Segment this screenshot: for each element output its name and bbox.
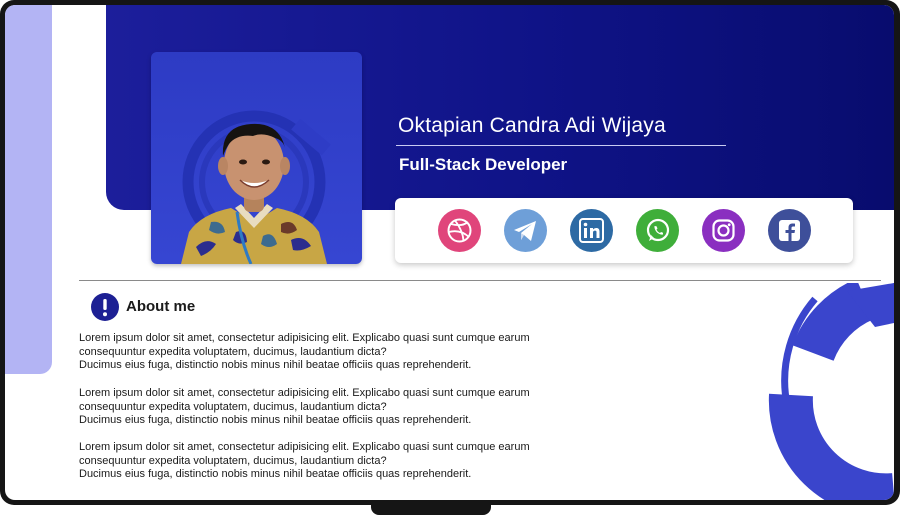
dribbble-link[interactable] — [438, 209, 481, 252]
profile-name: Oktapian Candra Adi Wijaya — [398, 114, 666, 137]
instagram-icon — [702, 209, 745, 252]
exclamation-icon — [91, 293, 119, 321]
about-paragraph: Lorem ipsum dolor sit amet, consectetur … — [79, 387, 530, 426]
instagram-link[interactable] — [702, 209, 745, 252]
whatsapp-link[interactable] — [636, 209, 679, 252]
linkedin-icon — [570, 209, 613, 252]
social-links-bar — [395, 198, 853, 263]
about-paragraph: Lorem ipsum dolor sit amet, consectetur … — [79, 441, 530, 480]
section-divider — [79, 280, 881, 281]
facebook-icon — [768, 209, 811, 252]
whatsapp-icon — [636, 209, 679, 252]
about-title: About me — [126, 298, 196, 315]
profile-photo — [151, 52, 362, 264]
device-stand — [371, 499, 491, 515]
about-paragraph: Lorem ipsum dolor sit amet, consectetur … — [79, 332, 530, 371]
decorative-arcs — [768, 283, 894, 500]
profile-role: Full-Stack Developer — [399, 155, 568, 174]
portfolio-screen: Oktapian Candra Adi Wijaya Full-Stack De… — [5, 5, 894, 500]
left-accent-bar — [5, 5, 52, 374]
dribbble-icon — [438, 209, 481, 252]
profile-photo-illustration — [181, 110, 331, 264]
telegram-icon — [504, 209, 547, 252]
facebook-link[interactable] — [768, 209, 811, 252]
name-divider — [396, 145, 726, 146]
telegram-link[interactable] — [504, 209, 547, 252]
linkedin-link[interactable] — [570, 209, 613, 252]
